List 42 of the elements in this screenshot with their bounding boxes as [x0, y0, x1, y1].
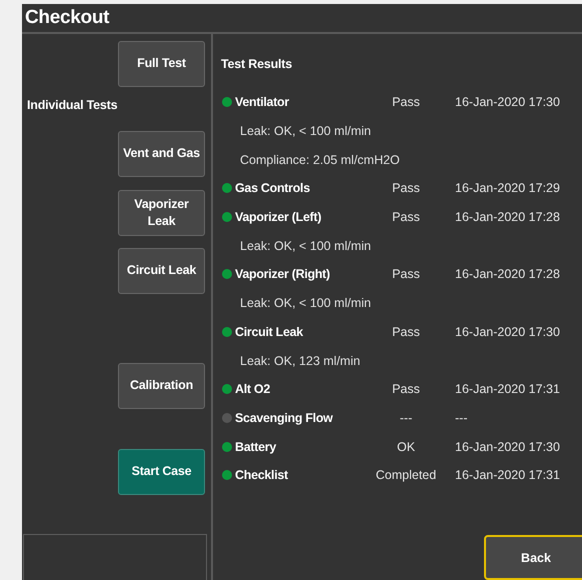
back-button[interactable]: Back	[484, 535, 582, 580]
test-detail: Compliance: 2.05 ml/cmH2O	[239, 152, 401, 167]
test-status: Pass	[391, 95, 421, 110]
test-status: Pass	[391, 210, 421, 224]
test-status: Pass	[391, 324, 421, 339]
test-status: Pass	[391, 181, 421, 196]
screen-title: Checkout	[25, 7, 110, 29]
start-case-button[interactable]: Start Case	[118, 449, 205, 495]
test-status: Pass	[391, 267, 421, 282]
test-button[interactable]: Circuit Leak	[118, 248, 205, 294]
test-name: Alt O2	[235, 382, 272, 396]
test-button[interactable]: Calibration	[118, 363, 205, 409]
test-status: Pass	[391, 382, 421, 396]
test-name: Checklist	[235, 468, 289, 482]
test-timestamp: 16-Jan-2020 17:31	[454, 468, 561, 482]
test-name: Circuit Leak	[235, 324, 304, 339]
test-name: Battery	[235, 440, 278, 454]
test-timestamp: 16-Jan-2020 17:29	[454, 181, 561, 196]
test-timestamp: 16-Jan-2020 17:28	[454, 267, 561, 282]
test-name: Vaporizer (Left)	[235, 210, 322, 224]
test-detail: Leak: OK, < 100 ml/min	[239, 296, 372, 310]
test-timestamp: 16-Jan-2020 17:30	[454, 324, 561, 339]
test-timestamp: 16-Jan-2020 17:31	[454, 382, 561, 396]
section-title: Test Results	[221, 57, 294, 71]
test-name: Vaporizer (Right)	[235, 267, 331, 282]
test-name: Scavenging Flow	[235, 410, 334, 425]
test-detail: Leak: OK, 123 ml/min	[239, 354, 362, 368]
test-status: ---	[398, 410, 414, 425]
test-timestamp: 16-Jan-2020 17:28	[454, 210, 561, 224]
test-detail: Leak: OK, < 100 ml/min	[239, 124, 372, 138]
test-status: OK	[396, 440, 416, 454]
section-label: Individual Tests	[27, 98, 118, 112]
test-detail: Leak: OK, < 100 ml/min	[239, 238, 372, 253]
test-timestamp: 16-Jan-2020 17:30	[454, 95, 561, 110]
test-name: Ventilator	[235, 95, 290, 110]
test-button[interactable]: Vaporizer Leak	[118, 190, 205, 236]
test-name: Gas Controls	[235, 181, 311, 196]
test-timestamp: ---	[454, 410, 468, 425]
test-button[interactable]: Vent and Gas	[118, 131, 205, 177]
test-timestamp: 16-Jan-2020 17:30	[454, 440, 561, 454]
full-test-button[interactable]: Full Test	[118, 41, 205, 87]
test-status: Completed	[374, 468, 438, 482]
